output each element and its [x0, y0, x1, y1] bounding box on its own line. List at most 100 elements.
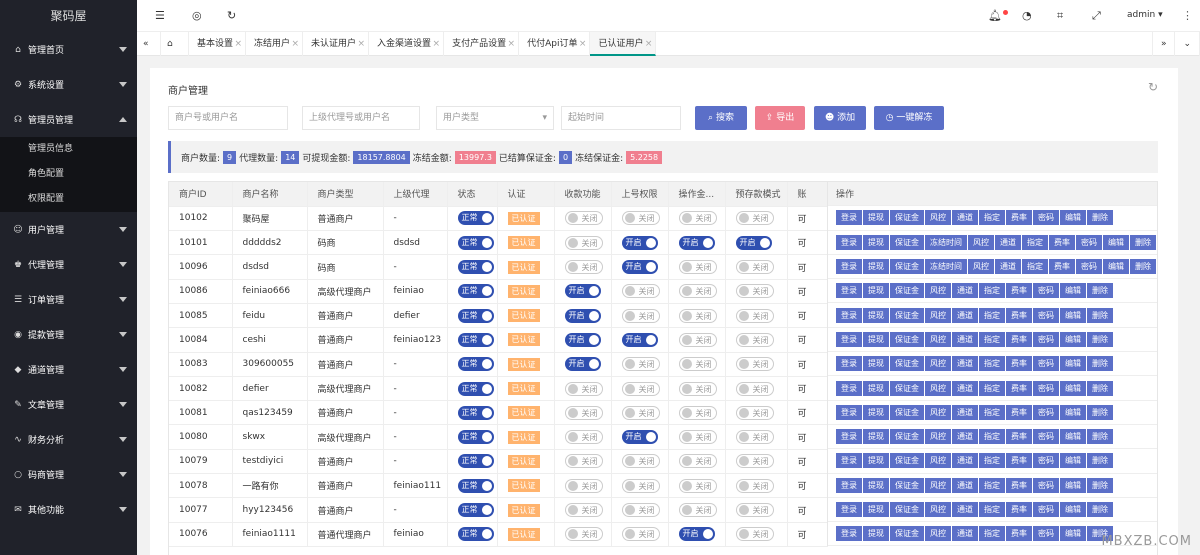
status-toggle[interactable]: 正常: [457, 260, 494, 275]
action-button[interactable]: 删除: [1130, 259, 1156, 275]
action-button[interactable]: 编辑: [1060, 307, 1086, 323]
receive-toggle[interactable]: 关闭: [564, 527, 603, 542]
action-button[interactable]: 删除: [1087, 502, 1113, 517]
close-icon[interactable]: ×: [234, 32, 242, 56]
login-permission-toggle[interactable]: 开启: [621, 430, 658, 445]
operate-money-toggle[interactable]: 开启: [678, 235, 715, 250]
tab-home-icon[interactable]: ⌂: [161, 32, 189, 56]
status-toggle[interactable]: 正常: [457, 454, 494, 469]
action-button[interactable]: 费率: [1006, 331, 1032, 347]
action-button[interactable]: 保证金: [890, 453, 924, 469]
search-button[interactable]: ⌕ 搜索: [695, 106, 747, 130]
operate-money-toggle[interactable]: 关闭: [678, 284, 717, 299]
tabs-menu-icon[interactable]: ⌄: [1175, 32, 1200, 56]
tab-item[interactable]: 入金渠道设置 ×: [369, 32, 445, 56]
action-button[interactable]: 登录: [836, 210, 862, 226]
sidebar-item-3[interactable]: ☺ 用户管理: [0, 212, 137, 247]
sidebar-item-5[interactable]: ☰ 订单管理: [0, 282, 137, 317]
close-icon[interactable]: ×: [645, 32, 653, 56]
action-button[interactable]: 风控: [925, 404, 951, 420]
action-button[interactable]: 登录: [836, 234, 862, 250]
action-button[interactable]: 删除: [1087, 307, 1113, 323]
sidebar-item-1[interactable]: ⚙ 系统设置: [0, 67, 137, 102]
action-button[interactable]: 登录: [836, 283, 862, 299]
action-button[interactable]: 风控: [968, 234, 994, 250]
operate-money-toggle[interactable]: 关闭: [678, 260, 717, 275]
action-button[interactable]: 登录: [836, 307, 862, 323]
receive-toggle[interactable]: 关闭: [564, 235, 603, 250]
action-button[interactable]: 指定: [979, 404, 1005, 420]
receive-toggle[interactable]: 关闭: [564, 430, 603, 445]
status-toggle[interactable]: 正常: [457, 503, 494, 517]
prestore-toggle[interactable]: 关闭: [735, 284, 774, 299]
action-button[interactable]: 密码: [1076, 259, 1102, 275]
action-button[interactable]: 费率: [1006, 429, 1032, 445]
prestore-toggle[interactable]: 开启: [735, 235, 772, 250]
action-button[interactable]: 通道: [952, 307, 978, 323]
login-permission-toggle[interactable]: 关闭: [621, 357, 660, 372]
action-button[interactable]: 费率: [1049, 259, 1075, 275]
action-button[interactable]: 费率: [1006, 477, 1032, 493]
export-button[interactable]: ⇪ 导出: [755, 106, 805, 130]
action-button[interactable]: 通道: [952, 453, 978, 469]
submenu-item[interactable]: 角色配置: [0, 162, 137, 187]
action-button[interactable]: 费率: [1006, 502, 1032, 517]
action-button[interactable]: 编辑: [1060, 404, 1086, 420]
menu-toggle-icon[interactable]: ☰: [155, 9, 165, 22]
action-button[interactable]: 删除: [1087, 429, 1113, 445]
action-button[interactable]: 保证金: [890, 307, 924, 323]
operate-money-toggle[interactable]: 关闭: [678, 454, 717, 469]
action-button[interactable]: 保证金: [890, 259, 924, 275]
action-button[interactable]: 指定: [1022, 234, 1048, 250]
action-button[interactable]: 通道: [952, 502, 978, 517]
action-button[interactable]: 提现: [863, 526, 889, 542]
sidebar-item-8[interactable]: ✎ 文章管理: [0, 387, 137, 422]
action-button[interactable]: 保证金: [890, 380, 924, 396]
action-button[interactable]: 风控: [925, 502, 951, 517]
action-button[interactable]: 风控: [925, 210, 951, 226]
close-icon[interactable]: ×: [291, 32, 299, 56]
login-permission-toggle[interactable]: 关闭: [621, 478, 660, 493]
operate-money-toggle[interactable]: 关闭: [678, 211, 717, 226]
action-button[interactable]: 费率: [1006, 453, 1032, 469]
prestore-toggle[interactable]: 关闭: [735, 357, 774, 372]
login-permission-toggle[interactable]: 关闭: [621, 308, 660, 323]
tabs-next-icon[interactable]: »: [1151, 32, 1176, 56]
action-button[interactable]: 删除: [1087, 453, 1113, 469]
receive-toggle[interactable]: 关闭: [564, 478, 603, 493]
action-button[interactable]: 风控: [925, 526, 951, 542]
close-icon[interactable]: ×: [433, 32, 441, 56]
action-button[interactable]: 提现: [863, 453, 889, 469]
operate-money-toggle[interactable]: 关闭: [678, 503, 717, 517]
action-button[interactable]: 删除: [1087, 404, 1113, 420]
status-toggle[interactable]: 正常: [457, 405, 494, 420]
agent-search-input[interactable]: 上级代理号或用户名: [302, 106, 420, 130]
status-toggle[interactable]: 正常: [457, 478, 494, 493]
sidebar-item-4[interactable]: ♚ 代理管理: [0, 247, 137, 282]
submenu-item[interactable]: 权限配置: [0, 187, 137, 212]
action-button[interactable]: 密码: [1033, 404, 1059, 420]
status-toggle[interactable]: 正常: [457, 527, 494, 542]
action-button[interactable]: 冻结时间: [925, 234, 967, 250]
more-icon[interactable]: ⋮: [1182, 9, 1193, 22]
sidebar-item-0[interactable]: ⌂ 管理首页: [0, 32, 137, 67]
sidebar-item-9[interactable]: ∿ 财务分析: [0, 422, 137, 457]
action-button[interactable]: 通道: [952, 380, 978, 396]
action-button[interactable]: 保证金: [890, 404, 924, 420]
operate-money-toggle[interactable]: 关闭: [678, 478, 717, 493]
action-button[interactable]: 风控: [925, 283, 951, 299]
action-button[interactable]: 提现: [863, 234, 889, 250]
prestore-toggle[interactable]: 关闭: [735, 405, 774, 420]
login-permission-toggle[interactable]: 开启: [621, 235, 658, 250]
login-permission-toggle[interactable]: 关闭: [621, 503, 660, 517]
sidebar-item-7[interactable]: ◆ 通道管理: [0, 352, 137, 387]
action-button[interactable]: 保证金: [890, 356, 924, 372]
action-button[interactable]: 编辑: [1060, 331, 1086, 347]
add-button[interactable]: ☻ 添加: [814, 106, 866, 130]
receive-toggle[interactable]: 关闭: [564, 211, 603, 226]
action-button[interactable]: 密码: [1033, 429, 1059, 445]
action-button[interactable]: 登录: [836, 477, 862, 493]
action-button[interactable]: 费率: [1049, 234, 1075, 250]
dashboard-icon[interactable]: ◔: [1022, 9, 1032, 22]
sidebar-item-6[interactable]: ◉ 提款管理: [0, 317, 137, 352]
